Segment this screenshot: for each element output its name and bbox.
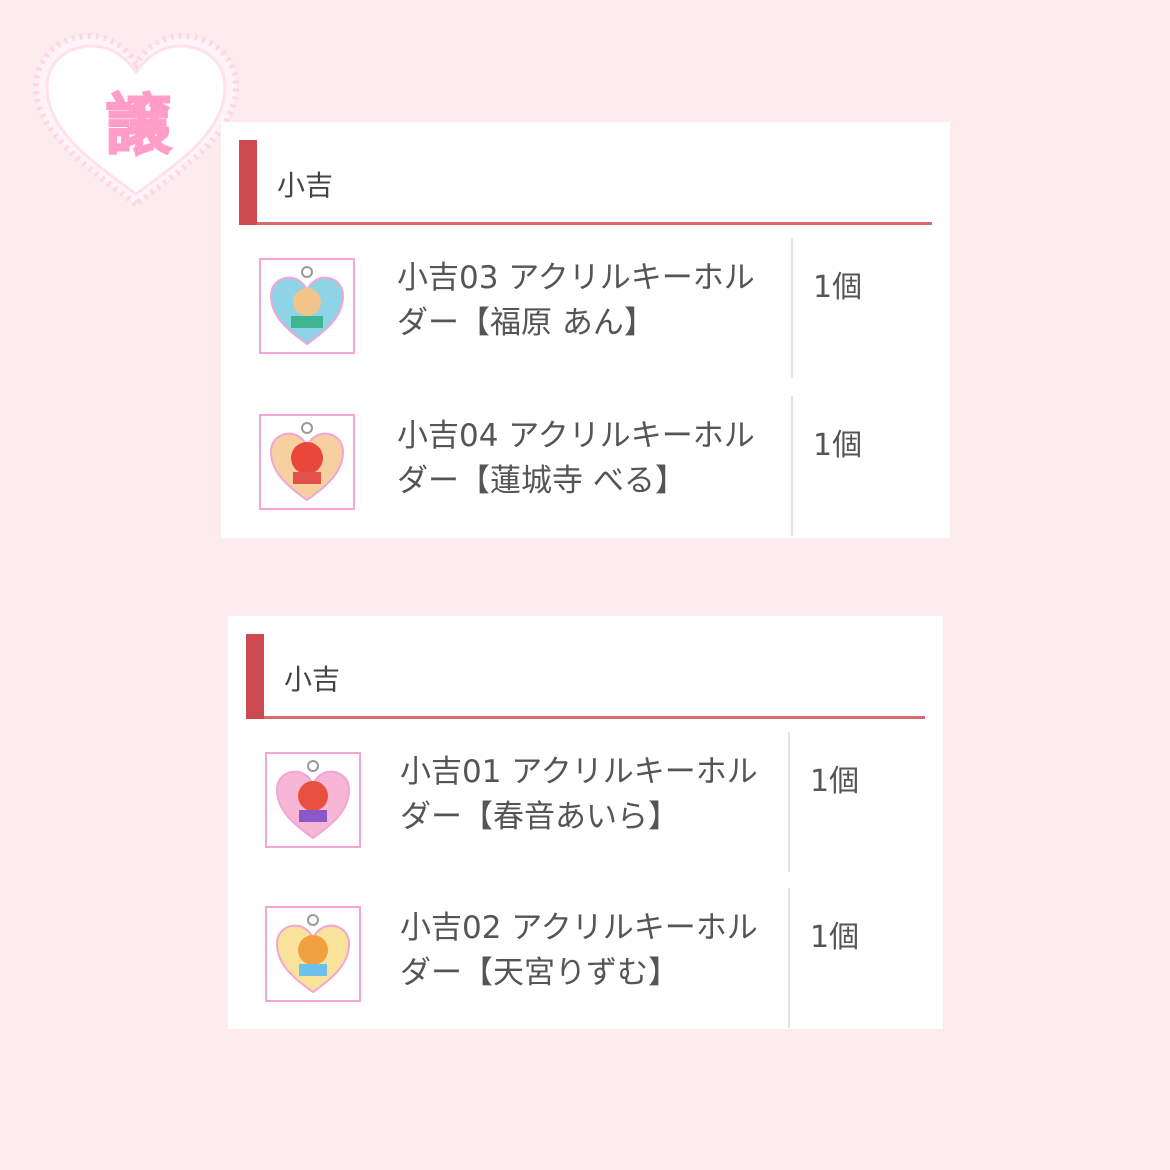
item-quantity: 1個 — [810, 764, 860, 799]
column-divider — [788, 732, 790, 872]
item-name: 小吉02 アクリルキーホルダー【天宮りずむ】 — [400, 910, 758, 991]
item-name: 小吉01 アクリルキーホルダー【春音あいら】 — [400, 754, 758, 835]
section-title: 小吉 — [277, 169, 334, 202]
trade-card-1: 小吉 小吉03 アクリルキーホルダー【福原 あん】 1個 小吉04 アクリルキー… — [221, 122, 950, 538]
keychain-heart-icon — [275, 760, 351, 840]
column-divider — [788, 888, 790, 1028]
section-header: 小吉 — [239, 140, 932, 225]
column-divider — [791, 396, 793, 536]
list-item[interactable]: 小吉02 アクリルキーホルダー【天宮りずむ】 1個 — [228, 888, 943, 1028]
acrylic-keychain-thumbnail — [265, 906, 361, 1002]
item-name: 小吉04 アクリルキーホルダー【蓮城寺 べる】 — [397, 418, 755, 499]
keychain-heart-icon — [275, 914, 351, 994]
section-header: 小吉 — [246, 634, 925, 719]
yuzuru-heart-badge: 譲 — [28, 28, 244, 210]
section-title: 小吉 — [284, 663, 341, 696]
keychain-heart-icon — [269, 422, 345, 502]
acrylic-keychain-thumbnail — [259, 258, 355, 354]
list-item[interactable]: 小吉03 アクリルキーホルダー【福原 あん】 1個 — [221, 238, 950, 378]
trade-card-2: 小吉 小吉01 アクリルキーホルダー【春音あいら】 1個 小吉02 アクリルキー… — [228, 616, 943, 1029]
acrylic-keychain-thumbnail — [259, 414, 355, 510]
item-quantity: 1個 — [813, 270, 863, 305]
item-name: 小吉03 アクリルキーホルダー【福原 あん】 — [397, 260, 755, 341]
keychain-heart-icon — [269, 266, 345, 346]
list-item[interactable]: 小吉04 アクリルキーホルダー【蓮城寺 べる】 1個 — [221, 396, 950, 536]
list-item[interactable]: 小吉01 アクリルキーホルダー【春音あいら】 1個 — [228, 732, 943, 872]
header-accent-bar — [246, 634, 264, 719]
badge-label: 譲 — [104, 86, 172, 165]
acrylic-keychain-thumbnail — [265, 752, 361, 848]
column-divider — [791, 238, 793, 378]
item-quantity: 1個 — [810, 920, 860, 955]
item-quantity: 1個 — [813, 428, 863, 463]
header-accent-bar — [239, 140, 257, 225]
